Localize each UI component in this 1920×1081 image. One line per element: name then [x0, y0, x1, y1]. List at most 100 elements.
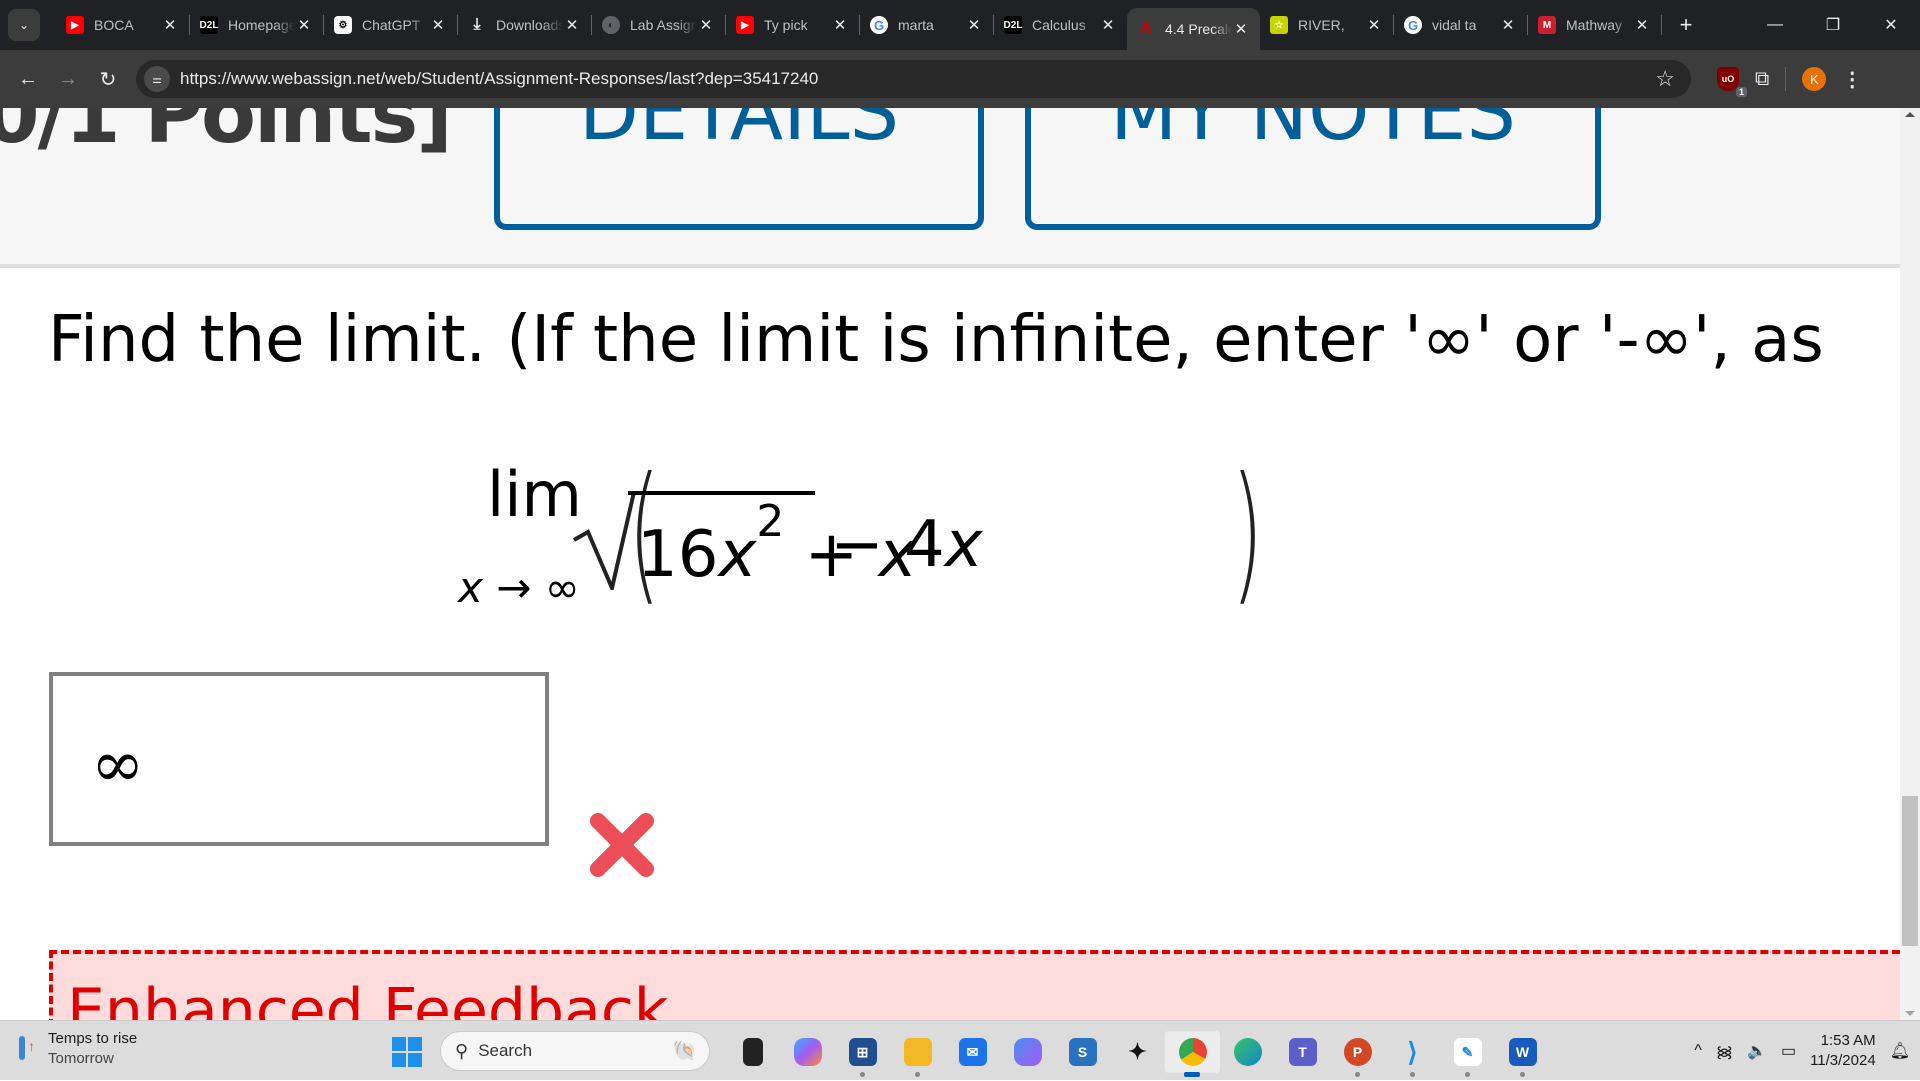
restore-button[interactable]: ❐: [1804, 0, 1862, 50]
chevron-down-icon: ⌄: [18, 18, 30, 32]
taskbar-task-view[interactable]: [725, 1031, 780, 1073]
back-button[interactable]: ←: [8, 68, 48, 91]
bookmark-star-icon[interactable]: ☆: [1655, 66, 1675, 92]
close-icon[interactable]: ✕: [161, 16, 179, 34]
details-button[interactable]: DETAILS: [494, 108, 984, 230]
radicand-exponent: 2: [756, 496, 785, 547]
microsoft-store-icon: ⊞: [848, 1038, 877, 1066]
clock[interactable]: 1:53 AM 11/3/2024: [1810, 1031, 1876, 1071]
tab-search-button[interactable]: ⌄: [8, 9, 40, 41]
close-icon[interactable]: ✕: [1365, 16, 1383, 34]
vscode-icon: ⟩: [1407, 1036, 1418, 1067]
scrollbar-thumb[interactable]: [1902, 796, 1918, 946]
taskbar-m365[interactable]: [1000, 1031, 1055, 1073]
taskbar-store[interactable]: ⊞: [835, 1031, 890, 1077]
close-icon[interactable]: ✕: [295, 16, 313, 34]
weather-widget[interactable]: ↑ Temps to rise Tomorrow: [16, 1029, 137, 1069]
taskbar-dropbox[interactable]: ✦: [1110, 1031, 1165, 1073]
tab-lab-assignment[interactable]: ◐ Lab Assignment ✕: [592, 0, 725, 50]
tab-title: Downloads: [496, 17, 563, 33]
close-window-button[interactable]: ✕: [1862, 0, 1920, 50]
taskbar-journal[interactable]: ✎: [1440, 1031, 1495, 1077]
close-icon[interactable]: ✕: [563, 16, 581, 34]
close-icon[interactable]: ✕: [831, 16, 849, 34]
taskbar-stack-app[interactable]: S: [1055, 1031, 1110, 1073]
radicand-coefficient: 16: [637, 518, 719, 592]
chatgpt-icon: ⚙: [334, 16, 352, 34]
enhanced-feedback-title: Enhanced Feedback: [67, 976, 669, 1020]
close-icon[interactable]: ✕: [1099, 16, 1117, 34]
taskbar-powerpoint[interactable]: P: [1330, 1031, 1385, 1077]
points-label: 0/1 Points]: [0, 108, 453, 161]
taskbar-edge[interactable]: [1220, 1031, 1275, 1073]
powerpoint-icon: P: [1343, 1038, 1372, 1066]
taskbar-chrome[interactable]: [1165, 1031, 1220, 1077]
window-controls: — ❐ ✕: [1746, 0, 1920, 50]
tab-webassign-active[interactable]: A 4.4 Precalculus ✕: [1127, 8, 1260, 50]
url-text[interactable]: https://www.webassign.net/web/Student/As…: [180, 69, 1655, 89]
taskbar-vscode[interactable]: ⟩: [1385, 1031, 1440, 1077]
tab-vidal[interactable]: G vidal ta ✕: [1394, 0, 1527, 50]
battery-icon[interactable]: ▭: [1781, 1041, 1796, 1061]
reload-button[interactable]: ↻: [88, 67, 128, 92]
taskbar-search[interactable]: ⚲ Search 🐚: [440, 1031, 710, 1071]
restore-icon: ❐: [1825, 17, 1841, 34]
scroll-up-arrow-icon[interactable]: [1905, 112, 1915, 117]
profile-avatar[interactable]: K: [1802, 67, 1827, 91]
details-label: DETAILS: [578, 108, 900, 158]
lim-subscript: x → ∞: [458, 563, 580, 612]
tab-calculus[interactable]: D2L Calculus ✕: [994, 0, 1127, 50]
minimize-button[interactable]: —: [1746, 0, 1804, 50]
mail-icon: ✉: [958, 1038, 987, 1066]
limit-formula: lim x → ∞ ( 16x2 + x − 4x ): [440, 446, 1300, 628]
taskbar-copilot[interactable]: [780, 1031, 835, 1073]
tab-boca[interactable]: ▶ BOCA ✕: [56, 0, 189, 50]
close-icon[interactable]: ✕: [1232, 20, 1250, 38]
taskbar-teams[interactable]: T: [1275, 1031, 1330, 1073]
google-icon: G: [1404, 16, 1422, 34]
tab-mathway[interactable]: M Mathway ✕: [1528, 0, 1661, 50]
notification-bell-icon[interactable]: 🔔︎: [1890, 1041, 1910, 1061]
close-icon[interactable]: ✕: [697, 16, 715, 34]
browser-toolbar: ← → ↻ ⚌ https://www.webassign.net/web/St…: [0, 50, 1920, 108]
d2l-icon: D2L: [1004, 16, 1022, 34]
google-icon: G: [870, 16, 888, 34]
tab-ty-pick[interactable]: ▶ Ty pick ✕: [726, 0, 859, 50]
tab-marta[interactable]: G marta ✕: [860, 0, 993, 50]
task-view-icon: [742, 1038, 763, 1066]
tab-homepage[interactable]: D2L Homepage ✕: [190, 0, 323, 50]
radicand-variable: x: [718, 518, 757, 592]
close-icon[interactable]: ✕: [965, 16, 983, 34]
chevron-up-icon[interactable]: ^: [1694, 1042, 1702, 1060]
ublock-extension-icon[interactable]: uO 1: [1717, 67, 1747, 97]
taskbar-file-explorer[interactable]: [890, 1031, 945, 1077]
volume-icon[interactable]: 🔈: [1747, 1041, 1767, 1061]
tab-chatgpt[interactable]: ⚙ ChatGPT ✕: [324, 0, 457, 50]
close-icon[interactable]: ✕: [1633, 16, 1651, 34]
start-button[interactable]: [392, 1037, 422, 1067]
extensions-puzzle-icon[interactable]: ⧉: [1755, 68, 1769, 91]
tab-river[interactable]: ☆ RIVER, ✕: [1260, 0, 1393, 50]
answer-value: ∞: [91, 728, 145, 802]
windows-logo-icon: [392, 1037, 406, 1051]
taskbar-mail[interactable]: ✉: [945, 1031, 1000, 1073]
scroll-down-arrow-icon[interactable]: [1905, 1011, 1915, 1016]
forward-button[interactable]: →: [48, 68, 88, 91]
answer-input[interactable]: ∞: [49, 672, 549, 846]
toolbar-divider: [1785, 67, 1787, 91]
page-scrollbar[interactable]: [1900, 108, 1920, 1020]
tab-downloads[interactable]: ⤓ Downloads ✕: [458, 0, 591, 50]
new-tab-button[interactable]: +: [1672, 12, 1700, 38]
site-info-button[interactable]: ⚌: [144, 66, 170, 92]
more-menu-icon[interactable]: ⋮: [1842, 67, 1862, 92]
close-icon[interactable]: ✕: [1499, 16, 1517, 34]
address-bar[interactable]: ⚌ https://www.webassign.net/web/Student/…: [136, 60, 1691, 98]
tab-strip: ⌄ ▶ BOCA ✕ D2L Homepage ✕ ⚙ ChatGPT ✕ ⤓ …: [0, 0, 1920, 50]
radical-bar: [628, 491, 815, 495]
windows-taskbar: ↑ Temps to rise Tomorrow ⚲ Search 🐚 ⊞ ✉ …: [0, 1020, 1920, 1080]
taskbar-word[interactable]: W: [1495, 1031, 1550, 1077]
my-notes-button[interactable]: MY NOTES: [1025, 108, 1601, 230]
wifi-icon[interactable]: ᯼: [1716, 1040, 1733, 1062]
close-icon[interactable]: ✕: [429, 16, 447, 34]
tab-title: Homepage: [228, 17, 295, 33]
